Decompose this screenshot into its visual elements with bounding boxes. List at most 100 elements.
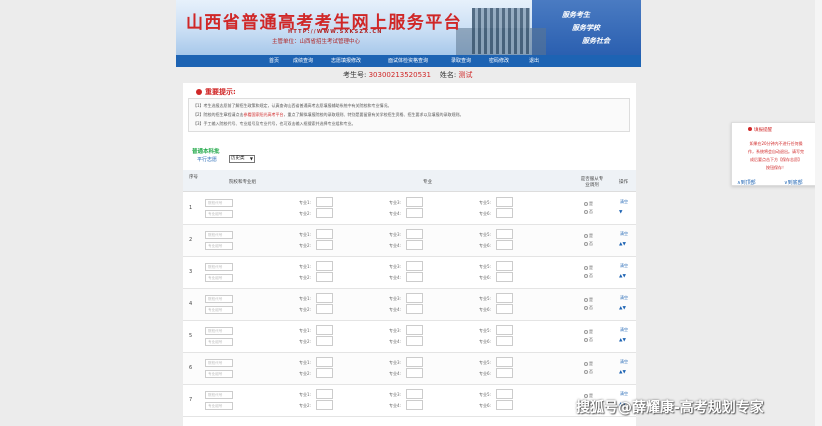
major-input[interactable] bbox=[496, 368, 513, 378]
major-input[interactable] bbox=[496, 261, 513, 271]
move-arrows-icon[interactable]: ▼ bbox=[619, 210, 622, 215]
subject-select[interactable]: 历史类 ▼ bbox=[229, 155, 255, 163]
institution-code-input[interactable]: 院校代号 bbox=[205, 391, 233, 399]
to-top-link[interactable]: ∧到顶部 bbox=[737, 179, 756, 186]
major-input[interactable] bbox=[496, 293, 513, 303]
clear-button[interactable]: 清空 bbox=[620, 359, 628, 365]
institution-code-input[interactable]: 院校代号 bbox=[205, 199, 233, 207]
choice-type-label[interactable]: 平行志愿 bbox=[197, 156, 217, 163]
major-input[interactable] bbox=[496, 325, 513, 335]
nav-password[interactable]: 密码修改 bbox=[489, 57, 509, 64]
to-bottom-link[interactable]: ∨到底部 bbox=[784, 179, 803, 186]
clear-button[interactable]: 清空 bbox=[620, 231, 628, 237]
adjust-radio-yes[interactable]: 是 bbox=[584, 361, 593, 367]
major-input[interactable] bbox=[316, 208, 333, 218]
institution-code-input[interactable]: 院校代号 bbox=[205, 231, 233, 239]
major-input[interactable] bbox=[406, 368, 423, 378]
move-arrows-icon[interactable]: ▲▼ bbox=[619, 370, 626, 375]
adjust-radio-yes[interactable]: 是 bbox=[584, 201, 593, 207]
major-input[interactable] bbox=[496, 240, 513, 250]
major-input[interactable] bbox=[406, 400, 423, 410]
group-code-input[interactable]: 专业组号 bbox=[205, 306, 233, 314]
move-arrows-icon[interactable]: ▲▼ bbox=[619, 306, 626, 311]
move-arrows-icon[interactable]: ▲▼ bbox=[619, 338, 626, 343]
move-arrows-icon[interactable]: ▲▼ bbox=[619, 274, 626, 279]
major-input[interactable] bbox=[406, 336, 423, 346]
adjust-radio-yes[interactable]: 是 bbox=[584, 297, 593, 303]
major-input[interactable] bbox=[316, 368, 333, 378]
major-input[interactable] bbox=[316, 304, 333, 314]
major-input[interactable] bbox=[406, 389, 423, 399]
major-input[interactable] bbox=[496, 229, 513, 239]
institution-code-input[interactable]: 院校代号 bbox=[205, 359, 233, 367]
nav-logout[interactable]: 退出 bbox=[529, 57, 539, 64]
slogan-1: 服务考生 bbox=[562, 11, 590, 19]
major-input[interactable] bbox=[496, 272, 513, 282]
group-code-input[interactable]: 专业组号 bbox=[205, 274, 233, 282]
major-input[interactable] bbox=[496, 389, 513, 399]
group-code-input[interactable]: 专业组号 bbox=[205, 402, 233, 410]
major-input[interactable] bbox=[316, 357, 333, 367]
major-input[interactable] bbox=[316, 293, 333, 303]
major-input[interactable] bbox=[496, 357, 513, 367]
major-input[interactable] bbox=[406, 208, 423, 218]
major-input[interactable] bbox=[496, 400, 513, 410]
major-input[interactable] bbox=[406, 229, 423, 239]
clear-button[interactable]: 清空 bbox=[620, 295, 628, 301]
adjust-radio-yes[interactable]: 是 bbox=[584, 233, 593, 239]
major-input[interactable] bbox=[316, 336, 333, 346]
adjust-radio-no[interactable]: 否 bbox=[584, 241, 593, 247]
major-input[interactable] bbox=[316, 400, 333, 410]
nav-interview-check[interactable]: 面试体检资格查询 bbox=[388, 57, 428, 64]
group-code-input[interactable]: 专业组号 bbox=[205, 210, 233, 218]
major-input[interactable] bbox=[496, 197, 513, 207]
scrollbar[interactable] bbox=[815, 0, 822, 426]
major-label: 专业1: bbox=[299, 200, 311, 205]
major-input[interactable] bbox=[496, 304, 513, 314]
major-input[interactable] bbox=[406, 325, 423, 335]
clear-button[interactable]: 清空 bbox=[620, 199, 628, 205]
major-input[interactable] bbox=[316, 229, 333, 239]
major-input[interactable] bbox=[316, 325, 333, 335]
group-code-input[interactable]: 专业组号 bbox=[205, 370, 233, 378]
nav-application-edit[interactable]: 志愿填报修改 bbox=[331, 57, 361, 64]
major-input[interactable] bbox=[496, 336, 513, 346]
major-input[interactable] bbox=[406, 272, 423, 282]
major-input[interactable] bbox=[316, 272, 333, 282]
major-label: 专业4: bbox=[389, 339, 401, 344]
major-input[interactable] bbox=[406, 197, 423, 207]
major-label: 专业6: bbox=[479, 339, 491, 344]
adjust-radio-no[interactable]: 否 bbox=[584, 273, 593, 279]
adjust-radio-yes[interactable]: 是 bbox=[584, 265, 593, 271]
major-input[interactable] bbox=[496, 208, 513, 218]
nav-home[interactable]: 首页 bbox=[269, 57, 279, 64]
major-input[interactable] bbox=[316, 197, 333, 207]
major-input[interactable] bbox=[316, 389, 333, 399]
group-code-input[interactable]: 专业组号 bbox=[205, 338, 233, 346]
institution-code-input[interactable]: 院校代号 bbox=[205, 295, 233, 303]
clear-button[interactable]: 清空 bbox=[620, 263, 628, 269]
major-input[interactable] bbox=[406, 293, 423, 303]
adjust-radio-no[interactable]: 否 bbox=[584, 305, 593, 311]
major-input[interactable] bbox=[316, 261, 333, 271]
nav-admission[interactable]: 录取查询 bbox=[451, 57, 471, 64]
adjust-radio-yes[interactable]: 是 bbox=[584, 329, 593, 335]
adjust-radio-no[interactable]: 否 bbox=[584, 209, 593, 215]
major-input[interactable] bbox=[406, 357, 423, 367]
institution-code-input[interactable]: 院校代号 bbox=[205, 263, 233, 271]
major-input[interactable] bbox=[316, 240, 333, 250]
major-input[interactable] bbox=[406, 304, 423, 314]
move-arrows-icon[interactable]: ▲▼ bbox=[619, 242, 626, 247]
nav-scores[interactable]: 成绩查询 bbox=[293, 57, 313, 64]
popup-title: 填报提醒 bbox=[748, 127, 772, 133]
institution-code-input[interactable]: 院校代号 bbox=[205, 327, 233, 335]
major-input[interactable] bbox=[406, 261, 423, 271]
adjust-radio-no[interactable]: 否 bbox=[584, 337, 593, 343]
major-label: 专业2: bbox=[299, 403, 311, 408]
sunshine-link[interactable]: 参看国家阳光高考平台 bbox=[244, 112, 284, 117]
clear-button[interactable]: 清空 bbox=[620, 327, 628, 333]
major-input[interactable] bbox=[406, 240, 423, 250]
group-code-input[interactable]: 专业组号 bbox=[205, 242, 233, 250]
radio-circle-icon bbox=[584, 306, 588, 310]
adjust-radio-no[interactable]: 否 bbox=[584, 369, 593, 375]
